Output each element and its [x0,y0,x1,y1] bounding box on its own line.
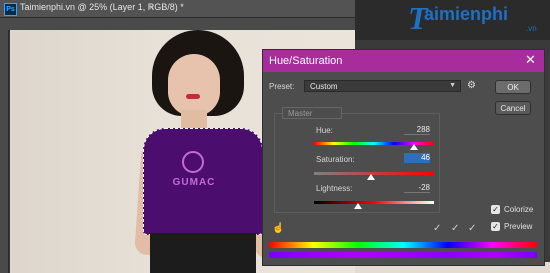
lightness-label: Lightness: [316,184,353,193]
dialog-title: Hue/Saturation [269,55,343,67]
hue-slider-thumb[interactable] [410,144,418,150]
hand-target-icon[interactable]: ☝ [272,223,284,234]
document-tab-title[interactable]: Taimienphi.vn @ 25% (Layer 1, RGB/8) * [20,2,184,12]
shirt-logo-circle-icon [182,151,204,173]
photoshop-logo-icon: Ps [4,3,17,16]
lightness-slider-thumb[interactable] [354,203,362,209]
model-face [168,54,220,116]
channel-value: Master [288,109,313,118]
hue-value-field[interactable]: 288 [404,125,430,135]
input-color-bar [269,242,537,248]
document-tab-bar: Ps Taimienphi.vn @ 25% (Layer 1, RGB/8) … [0,0,355,18]
preview-label: Preview [504,222,533,231]
model-lips [186,94,200,99]
hue-label: Hue: [316,126,333,135]
eyedropper-subtract-icon[interactable]: ✓ [468,223,476,234]
watermark-logo: T aimienphi .vn [408,0,550,40]
dialog-title-bar[interactable]: Hue/Saturation ✕ [263,50,544,72]
channel-select[interactable]: Master [282,107,342,119]
lightness-slider-track[interactable] [314,201,434,204]
document-tab-close-icon[interactable]: × [149,2,154,12]
preset-value: Custom [310,82,338,91]
ok-button[interactable]: OK [495,80,531,94]
preview-checkbox[interactable]: ✓ [491,222,500,231]
preset-select[interactable]: Custom ▼ [304,80,461,92]
chevron-down-icon: ▼ [449,82,456,89]
output-color-bar [269,252,537,258]
selected-shirt: GUMAC [143,128,263,235]
eyedropper-icon[interactable]: ✓ [433,223,441,234]
lightness-value-field[interactable]: -28 [404,183,430,193]
vertical-ruler [0,30,9,273]
preset-label: Preset: [269,82,295,91]
saturation-slider-thumb[interactable] [367,174,375,180]
hue-saturation-dialog: Hue/Saturation ✕ Preset: Custom ▼ ⚙ OK C… [262,49,545,266]
saturation-label: Saturation: [316,155,355,164]
shirt-logo-text: GUMAC [172,177,216,188]
cancel-button[interactable]: Cancel [495,101,531,115]
watermark-text: aimienphi [424,4,509,24]
shirt-logo: GUMAC [171,151,217,195]
eyedropper-add-icon[interactable]: ✓ [451,223,459,234]
close-icon[interactable]: ✕ [525,53,536,67]
colorize-label: Colorize [504,205,534,214]
model-skirt [150,233,256,273]
colorize-checkbox[interactable]: ✓ [491,205,500,214]
watermark-suffix: .vn [526,24,537,33]
saturation-value-field[interactable]: 46 [404,153,430,163]
gear-icon[interactable]: ⚙ [467,80,476,92]
